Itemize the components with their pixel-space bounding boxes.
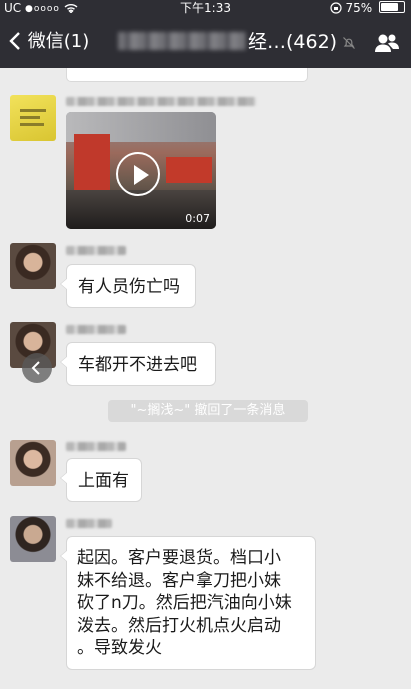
avatar[interactable] [10,516,56,562]
message-line: 妹不给退。客户拿刀把小妹 [77,570,281,591]
previous-message-bubble [66,68,308,82]
mute-icon [342,35,356,54]
sender-name [66,97,256,106]
chevron-left-icon [31,361,40,375]
sender-name [66,325,126,334]
people-icon [375,34,399,52]
chevron-left-icon [9,32,20,50]
message-text: 上面有 [78,471,129,491]
avatar[interactable] [10,440,56,486]
sender-name [66,246,126,255]
message-text: 车都开不进去吧 [78,355,197,375]
battery-icon [379,1,405,13]
message-line: 。导致发火 [77,638,162,658]
message-bubble: 起因。客户要退货。档口小 妹不给退。客户拿刀把小妹 砍了n刀。然后把汽油向小妹 … [60,536,316,670]
video-duration: 0:07 [185,212,210,225]
recall-notice: "~搁浅~" 撤回了一条消息 [108,400,308,422]
chat-title-suffix: 经…(462) [248,31,338,53]
back-label: 微信(1) [27,31,90,52]
rotation-lock-icon [330,1,346,15]
chat-title: 经…(462) [118,29,337,55]
message-text: 有人员伤亡吗 [78,277,180,297]
blurred-group-name [118,32,246,50]
avatar[interactable] [10,95,56,141]
message-bubble: 有人员伤亡吗 [60,264,196,308]
sender-name [66,519,112,528]
group-members-button[interactable] [374,32,400,58]
sender-name [66,442,126,451]
avatar[interactable] [10,243,56,289]
nav-bar: 微信(1) 经…(462) [0,16,411,68]
floating-back-button[interactable] [22,353,52,383]
battery-percent: 75% [345,1,373,15]
message-bubble: 上面有 [60,458,142,502]
message-line: 泼去。然后打火机点火启动 [77,615,281,636]
message-bubble: 车都开不进去吧 [60,342,216,386]
status-bar: UC ●oooo 下午1:33 75% [0,0,411,16]
video-message[interactable]: 0:07 [66,112,216,229]
back-button[interactable]: 微信(1) [8,30,89,54]
message-line: 砍了n刀。然后把汽油向小妹 [77,593,292,613]
message-line: 起因。客户要退货。档口小 [77,548,281,568]
play-icon[interactable] [116,152,160,196]
